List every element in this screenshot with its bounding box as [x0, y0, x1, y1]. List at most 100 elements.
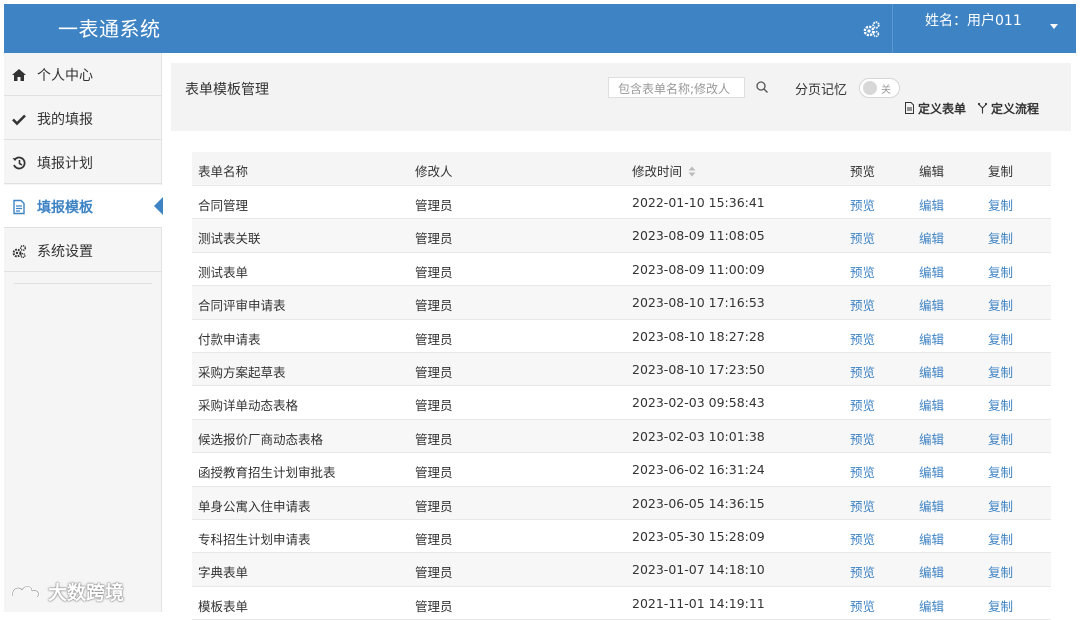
sidebar-item-label: 我的填报	[37, 112, 93, 128]
table-row: 模板表单 管理员 2021-11-01 14:19:11 预览 编辑 复制	[192, 587, 1051, 620]
modifier-cell: 管理员	[415, 331, 453, 347]
define-form-button[interactable]: 定义表单	[904, 100, 966, 117]
form-name-cell: 付款申请表	[198, 331, 261, 347]
header-modified-time[interactable]: 修改时间	[632, 161, 696, 180]
form-name-cell: 专科招生计划申请表	[198, 532, 311, 547]
form-name-cell: 测试表单	[198, 264, 249, 280]
copy-link[interactable]: 复制	[988, 496, 1013, 515]
modified-time-cell: 2023-08-09 11:08:05	[632, 228, 765, 244]
preview-link[interactable]: 预览	[850, 395, 875, 414]
preview-link[interactable]: 预览	[850, 562, 875, 581]
table-row: 测试表关联 管理员 2023-08-09 11:08:05 预览 编辑 复制	[192, 219, 1051, 253]
preview-link[interactable]: 预览	[850, 195, 875, 214]
edit-link[interactable]: 编辑	[919, 462, 944, 481]
copy-link[interactable]: 复制	[988, 228, 1013, 247]
table-row: 候选报价厂商动态表格 管理员 2023-02-03 10:01:38 预览 编辑 复制	[192, 419, 1051, 454]
search-icon[interactable]	[755, 80, 769, 94]
page-title: 表单模板管理	[185, 82, 269, 98]
sidebar-item-report-plan[interactable]: 填报计划	[4, 141, 162, 184]
edit-link[interactable]: 编辑	[919, 329, 944, 348]
user-name[interactable]: 姓名：用户011	[925, 10, 1022, 30]
toggle-state-text: 关	[881, 85, 891, 96]
user-dropdown-caret-icon[interactable]	[1050, 24, 1058, 29]
app-title: 一表通系统	[58, 17, 161, 41]
modified-time-cell: 2023-02-03 09:58:43	[632, 395, 765, 411]
table-row: 付款申请表 管理员 2023-08-10 18:27:28 预览 编辑 复制	[192, 320, 1051, 353]
header-copy: 复制	[988, 164, 1014, 179]
form-name-cell: 测试表关联	[198, 231, 261, 247]
header-form-name: 表单名称	[198, 164, 249, 179]
watermark-text: 大数跨境	[48, 582, 125, 604]
header-preview: 预览	[850, 164, 876, 179]
edit-link[interactable]: 编辑	[919, 195, 944, 214]
preview-link[interactable]: 预览	[850, 362, 875, 381]
define-flow-label: 定义流程	[991, 102, 1040, 116]
sidebar-item-system-settings[interactable]: 系统设置	[4, 229, 162, 272]
edit-link[interactable]: 编辑	[919, 228, 944, 247]
edit-link[interactable]: 编辑	[919, 262, 944, 281]
preview-link[interactable]: 预览	[850, 295, 875, 314]
edit-link[interactable]: 编辑	[919, 529, 944, 548]
sidebar-item-report-template[interactable]: 填报模板	[4, 185, 163, 228]
sidebar-divider	[14, 283, 152, 284]
form-name-cell: 合同评审申请表	[198, 298, 286, 314]
modifier-cell: 管理员	[415, 365, 453, 380]
sidebar-item-personal-center[interactable]: 个人中心	[4, 53, 162, 96]
edit-link[interactable]: 编辑	[919, 496, 944, 515]
edit-link[interactable]: 编辑	[919, 362, 944, 381]
sidebar-item-label: 个人中心	[37, 68, 93, 84]
copy-link[interactable]: 复制	[988, 462, 1013, 481]
preview-link[interactable]: 预览	[850, 496, 875, 515]
form-name-cell: 采购详单动态表格	[198, 398, 299, 414]
copy-link[interactable]: 复制	[988, 329, 1013, 348]
modifier-cell: 管理员	[415, 231, 453, 247]
fork-icon	[977, 102, 988, 114]
edit-link[interactable]: 编辑	[919, 429, 944, 448]
edit-link[interactable]: 编辑	[919, 562, 944, 581]
page-memory-label: 分页记忆	[795, 83, 848, 98]
copy-link[interactable]: 复制	[988, 529, 1013, 548]
table-header-row: 表单名称 修改人 修改时间 预览 编辑 复制	[192, 152, 1051, 186]
check-icon	[12, 114, 26, 126]
file-icon	[905, 102, 914, 114]
preview-link[interactable]: 预览	[850, 462, 875, 481]
copy-link[interactable]: 复制	[988, 562, 1013, 581]
form-name-cell: 候选报价厂商动态表格	[198, 431, 324, 447]
sidebar-item-my-reports[interactable]: 我的填报	[4, 97, 162, 140]
watermark: 大数跨境	[10, 578, 124, 605]
copy-link[interactable]: 复制	[988, 195, 1013, 214]
modifier-cell: 管理员	[415, 465, 453, 481]
preview-link[interactable]: 预览	[850, 529, 875, 548]
table-row: 合同评审申请表 管理员 2023-08-10 17:16:53 预览 编辑 复制	[192, 286, 1051, 320]
preview-link[interactable]: 预览	[850, 228, 875, 247]
preview-link[interactable]: 预览	[850, 429, 875, 448]
modified-time-cell: 2023-02-03 10:01:38	[632, 428, 765, 444]
sort-icon[interactable]	[688, 166, 696, 177]
copy-link[interactable]: 复制	[988, 295, 1013, 314]
form-name-cell: 函授教育招生计划审批表	[198, 465, 336, 481]
copy-link[interactable]: 复制	[988, 429, 1013, 448]
copy-link[interactable]: 复制	[988, 362, 1013, 381]
header-edit: 编辑	[919, 164, 945, 179]
copy-link[interactable]: 复制	[988, 262, 1013, 281]
search-input[interactable]: 包含表单名称;修改人	[608, 77, 745, 98]
history-icon	[12, 156, 26, 170]
header-modified-time-label: 修改时间	[632, 164, 683, 179]
edit-link[interactable]: 编辑	[919, 395, 944, 414]
modified-time-cell: 2023-05-30 15:28:09	[632, 529, 765, 544]
modifier-cell: 管理员	[415, 398, 453, 414]
modifier-cell: 管理员	[415, 264, 453, 280]
sidebar-item-label: 系统设置	[37, 244, 93, 260]
preview-link[interactable]: 预览	[850, 262, 875, 281]
settings-gear-icon[interactable]	[860, 18, 882, 40]
define-flow-button[interactable]: 定义流程	[977, 100, 1039, 117]
edit-link[interactable]: 编辑	[919, 295, 944, 314]
home-icon	[12, 69, 26, 81]
page-memory-toggle[interactable]: 关	[859, 78, 900, 98]
copy-link[interactable]: 复制	[988, 395, 1013, 414]
top-bar: 一表通系统 姓名：用户011	[4, 4, 1076, 53]
define-form-label: 定义表单	[918, 102, 967, 116]
preview-link[interactable]: 预览	[850, 329, 875, 348]
header-modifier: 修改人	[415, 164, 453, 179]
watermark-logo-icon	[11, 585, 40, 598]
